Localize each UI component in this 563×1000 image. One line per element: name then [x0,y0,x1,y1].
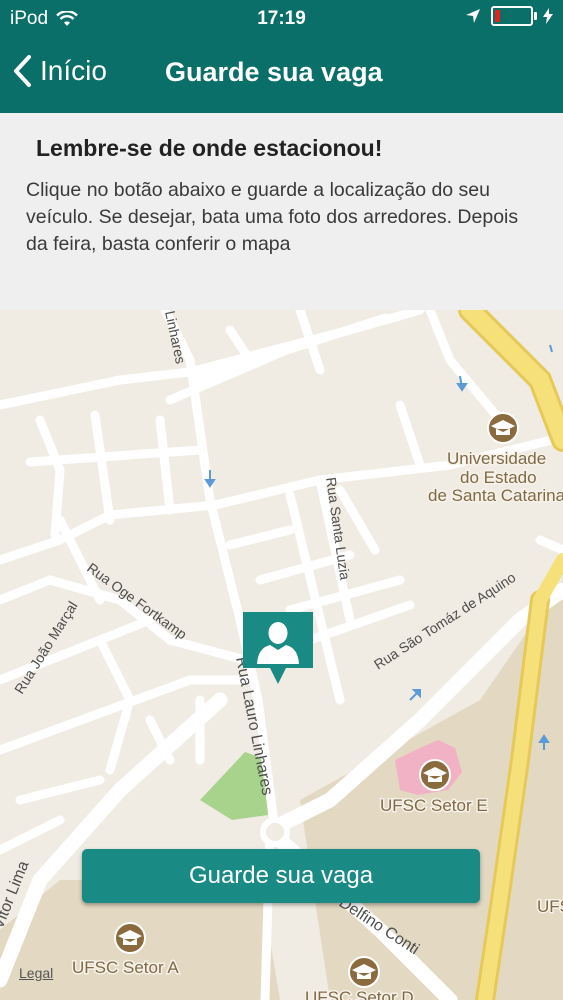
street-label-linhares: Linhares [162,310,189,365]
campus-area [540,730,563,1000]
legal-link[interactable]: Legal [19,965,53,981]
poi-label-udesc-1: Universidade [447,449,546,468]
page-title: Guarde sua vaga [165,57,383,87]
poi-label-ufsc-d: UFSC Setor D [305,988,414,1000]
charging-bolt-icon [543,8,553,24]
parking-pin[interactable] [243,612,313,684]
battery-level [495,10,500,22]
save-spot-button[interactable]: Guarde sua vaga [82,849,480,903]
chevron-left-icon [14,55,31,87]
status-right [465,6,553,26]
poi-label-udesc-2: do Estado [460,468,537,487]
graduation-cap-icon [114,922,146,954]
battery-icon [491,6,537,26]
back-label: Início [40,55,107,86]
info-heading: Lembre-se de onde estacionou! [36,135,383,161]
graduation-cap-icon [419,759,451,791]
info-panel: Lembre-se de onde estacionou! Clique no … [0,113,563,310]
roundabout [260,817,290,847]
nav-bar: Início Guarde sua vaga [0,36,563,113]
back-button[interactable]: Início [12,54,107,88]
poi-label-ufsc-e: UFSC Setor E [380,796,488,815]
poi-label-ufsc-right: UFS [537,897,563,916]
graduation-cap-icon [348,956,380,988]
poi-label-udesc-3: de Santa Catarina [428,486,563,505]
location-arrow-icon [466,9,480,23]
graduation-cap-icon [487,412,519,444]
status-bar: iPod 17:19 [0,0,563,36]
poi-label-ufsc-a: UFSC Setor A [72,958,179,977]
info-text: Clique no botão abaixo e guarde a locali… [26,179,519,255]
